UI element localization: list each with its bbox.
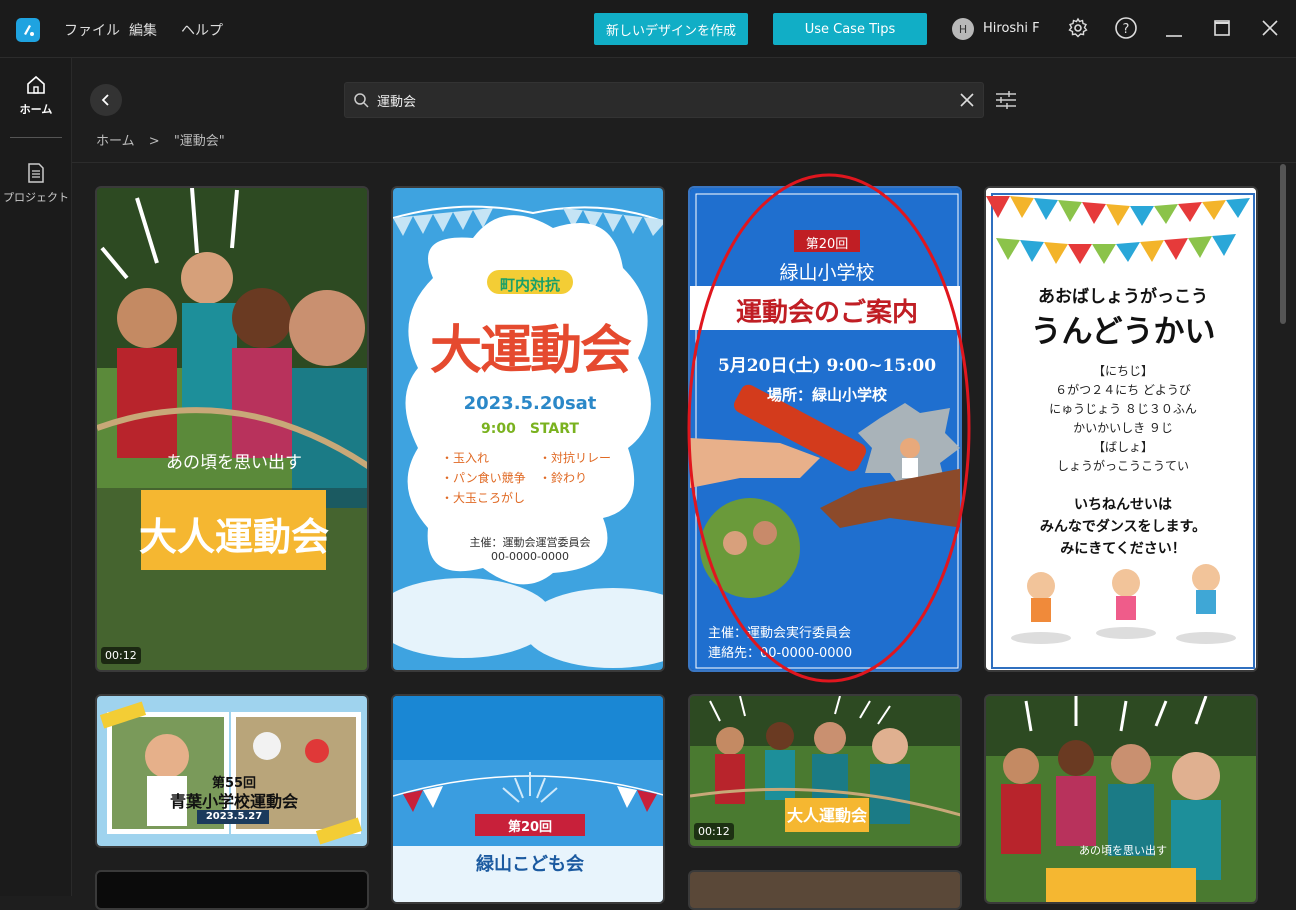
card-message: いちねんせいは みんなでダンスをします。 みにきてください！ <box>986 494 1256 560</box>
title-bar: ファイル 編集 ヘルプ 新しいデザインを作成 Use Case Tips H H… <box>0 0 1296 58</box>
event-item: ・パン食い競争 <box>441 471 526 485</box>
breadcrumb: ホーム > "運動会" <box>96 130 225 149</box>
card-title: 青葉小学校運動会 <box>169 792 298 811</box>
svg-text:?: ? <box>1123 22 1130 37</box>
header-divider <box>72 162 1296 163</box>
sidebar-item-project[interactable]: プロジェクト <box>0 162 72 205</box>
event-item: ・大玉ころがし <box>441 491 526 505</box>
use-case-tips-button[interactable]: Use Case Tips <box>773 13 927 45</box>
card-title: うんどうかい <box>1030 314 1216 350</box>
message-line: みにきてください！ <box>1060 541 1186 557</box>
template-card-midoriyama-kids[interactable]: 第20回 緑山こども会 <box>391 694 665 904</box>
menu-edit[interactable]: 編集 <box>129 20 157 40</box>
minimize-icon[interactable] <box>1162 16 1186 40</box>
video-duration: 00:12 <box>694 823 734 840</box>
events-left: ・玉入れ ・パン食い競争 ・大玉ころがし <box>441 448 526 508</box>
close-icon[interactable] <box>1258 16 1282 40</box>
annotation-ellipse <box>687 173 971 683</box>
tug-of-war-photo <box>97 188 367 670</box>
info-line: 【にちじ】 <box>1092 364 1153 378</box>
sidebar: ホーム プロジェクト <box>0 58 72 896</box>
search-bar[interactable] <box>344 82 984 118</box>
card-badge: 第20回 <box>507 820 553 835</box>
card-subtitle: あの頃を思い出す <box>1079 844 1167 857</box>
sidebar-item-label: ホーム <box>19 103 53 116</box>
template-card-adult-sports-landscape[interactable]: 大人運動会 00:12 <box>688 694 962 848</box>
app-logo-icon <box>16 18 40 42</box>
card-school: あおばしょうがっこう <box>1038 287 1208 307</box>
card-phone: 00-0000-0000 <box>491 550 569 563</box>
chevron-left-icon <box>101 94 109 106</box>
search-input[interactable] <box>377 89 937 111</box>
template-card-partial[interactable] <box>688 870 962 910</box>
card-badge: 町内対抗 <box>499 276 560 294</box>
maximize-icon[interactable] <box>1210 16 1234 40</box>
card-title: 大人運動会 <box>138 514 329 559</box>
card-title: 大運動会 <box>429 321 632 381</box>
video-duration: 00:12 <box>101 647 141 664</box>
card-date: 2023.5.20sat <box>463 393 597 414</box>
events-right: ・対抗リレー ・鈴わり <box>539 448 611 488</box>
avatar[interactable]: H <box>952 18 974 40</box>
info-line: ６がつ２４にち どようび <box>1055 383 1191 397</box>
card-host: 主催：運動会運営委員会 <box>469 536 591 549</box>
card-time: 9:00 START <box>481 421 579 437</box>
sidebar-divider <box>10 137 62 138</box>
sidebar-item-home[interactable]: ホーム <box>0 74 72 117</box>
back-button[interactable] <box>90 84 122 116</box>
info-line: にゅうじょう ８じ３０ふん <box>1049 402 1197 416</box>
template-card-aoba-school[interactable]: あおばしょうがっこう うんどうかい 【にちじ】 ６がつ２４にち どようび にゅう… <box>984 186 1258 672</box>
filter-icon[interactable] <box>994 90 1018 110</box>
card-info: 【にちじ】 ６がつ２４にち どようび にゅうじょう ８じ３０ふん かいかいしき … <box>986 362 1256 476</box>
gear-icon[interactable] <box>1066 16 1090 40</box>
template-card-adult-sports-portrait[interactable]: あの頃を思い出す <box>984 694 1258 904</box>
event-item: ・対抗リレー <box>539 451 612 465</box>
menu-file[interactable]: ファイル <box>64 20 120 40</box>
create-design-button[interactable]: 新しいデザインを作成 <box>594 13 748 45</box>
breadcrumb-home[interactable]: ホーム <box>96 134 135 149</box>
card-title: 緑山こども会 <box>476 854 584 875</box>
breadcrumb-current: "運動会" <box>173 134 225 149</box>
template-card-town-sports-day[interactable]: 町内対抗 大運動会 2023.5.20sat 9:00 START ・玉入れ ・… <box>391 186 665 672</box>
username[interactable]: Hiroshi F <box>983 21 1040 36</box>
document-icon <box>28 163 44 183</box>
help-icon[interactable]: ? <box>1114 16 1138 40</box>
info-line: かいかいしき ９じ <box>1073 421 1173 435</box>
message-line: みんなでダンスをします。 <box>1039 519 1207 535</box>
search-icon <box>354 93 369 108</box>
home-icon <box>27 75 45 94</box>
event-item: ・鈴わり <box>539 471 588 485</box>
scrollbar-thumb[interactable] <box>1280 164 1286 324</box>
event-item: ・玉入れ <box>441 451 490 465</box>
template-card-aoba-elementary[interactable]: 第55回 青葉小学校運動会 2023.5.27 <box>95 694 369 848</box>
breadcrumb-separator: > <box>148 134 160 149</box>
info-line: 【ばしょ】 <box>1092 440 1153 454</box>
template-card-partial[interactable] <box>95 870 369 910</box>
scrollbar[interactable] <box>1278 162 1288 896</box>
template-card-adult-sports-day[interactable]: あの頃を思い出す 大人運動会 00:12 <box>95 186 369 672</box>
menu-help[interactable]: ヘルプ <box>181 20 223 40</box>
info-line: しょうがっこうこうてい <box>1056 459 1189 473</box>
card-date: 2023.5.27 <box>205 811 263 822</box>
tug-of-war-photo <box>986 696 1256 902</box>
clear-search-icon[interactable] <box>959 92 975 108</box>
card-subtitle: あの頃を思い出す <box>166 453 302 473</box>
message-line: いちねんせいは <box>1074 497 1172 513</box>
sidebar-item-label: プロジェクト <box>3 191 69 204</box>
